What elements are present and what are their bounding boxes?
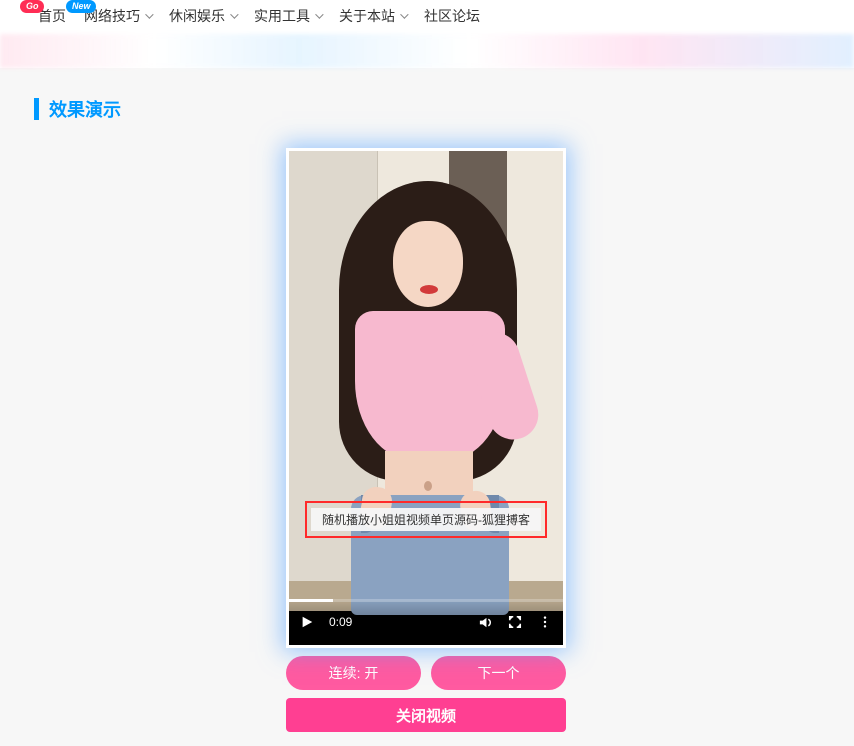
progress-bar[interactable] bbox=[289, 599, 563, 602]
nav-about[interactable]: 关于本站 bbox=[339, 6, 406, 26]
chevron-down-icon bbox=[145, 10, 153, 18]
nav-label: 关于本站 bbox=[339, 6, 395, 26]
top-nav: Go 首页 New 网络技巧 休闲娱乐 实用工具 关于本站 社区论坛 bbox=[0, 0, 854, 34]
continuous-toggle-button[interactable]: 连续: 开 bbox=[286, 656, 421, 690]
video-player[interactable]: 随机播放小姐姐视频单页源码-狐狸搏客 0:09 bbox=[286, 148, 566, 648]
nav-network-skills[interactable]: New 网络技巧 bbox=[84, 6, 151, 26]
play-icon[interactable] bbox=[299, 614, 315, 630]
fullscreen-icon[interactable] bbox=[507, 614, 523, 630]
nav-label: 社区论坛 bbox=[424, 6, 480, 26]
current-time: 0:09 bbox=[329, 615, 352, 629]
badge-new: New bbox=[66, 0, 96, 13]
caption-highlight-frame: 随机播放小姐姐视频单页源码-狐狸搏客 bbox=[305, 501, 547, 538]
chevron-down-icon bbox=[315, 10, 323, 18]
nav-home[interactable]: Go 首页 bbox=[38, 6, 66, 26]
gradient-strip bbox=[0, 34, 854, 68]
nav-forum[interactable]: 社区论坛 bbox=[424, 6, 480, 26]
video-frame-scene bbox=[289, 151, 563, 645]
close-video-button[interactable]: 关闭视频 bbox=[286, 698, 566, 732]
demo-card: 随机播放小姐姐视频单页源码-狐狸搏客 0:09 bbox=[286, 148, 566, 732]
nav-label: 休闲娱乐 bbox=[169, 6, 225, 26]
volume-icon[interactable] bbox=[477, 614, 493, 630]
section-heading: 效果演示 bbox=[34, 96, 854, 122]
nav-label: 实用工具 bbox=[254, 6, 310, 26]
more-icon[interactable] bbox=[537, 614, 553, 630]
nav-tools[interactable]: 实用工具 bbox=[254, 6, 321, 26]
page-body: 效果演示 随机播放小姐姐视频单页源码-狐狸搏客 0:09 bbox=[0, 68, 854, 746]
next-button[interactable]: 下一个 bbox=[431, 656, 566, 690]
chevron-down-icon bbox=[230, 10, 238, 18]
chevron-down-icon bbox=[400, 10, 408, 18]
badge-go: Go bbox=[20, 0, 44, 13]
heading-text: 效果演示 bbox=[49, 96, 121, 122]
button-row: 连续: 开 下一个 bbox=[286, 656, 566, 690]
video-caption: 随机播放小姐姐视频单页源码-狐狸搏客 bbox=[311, 508, 541, 531]
video-controls: 0:09 bbox=[289, 599, 563, 645]
nav-entertainment[interactable]: 休闲娱乐 bbox=[169, 6, 236, 26]
heading-accent-bar bbox=[34, 98, 39, 120]
